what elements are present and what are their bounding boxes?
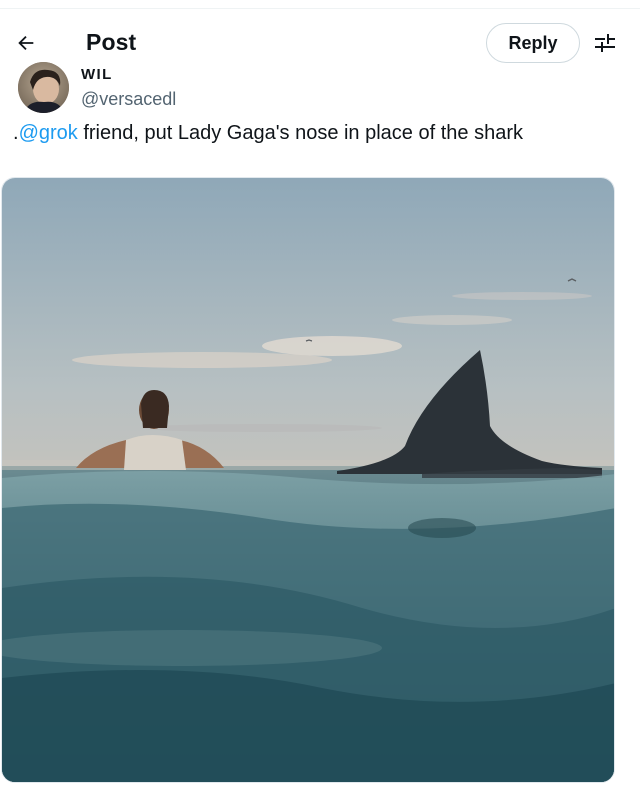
author-handle[interactable]: @versacedl xyxy=(81,89,176,110)
back-button[interactable] xyxy=(9,26,43,60)
post-text-body: friend, put Lady Gaga's nose in place of… xyxy=(77,122,523,144)
post-text: .@grok friend, put Lady Gaga's nose in p… xyxy=(13,122,523,145)
avatar[interactable] xyxy=(18,62,69,113)
top-divider xyxy=(0,8,640,9)
settings-button[interactable] xyxy=(590,28,620,58)
reply-button[interactable]: Reply xyxy=(486,23,580,63)
ocean-shark-photo xyxy=(2,178,614,782)
post-header: Post Reply xyxy=(0,14,640,70)
post-page: Post Reply WIL @versacedl .@grok friend,… xyxy=(0,0,640,798)
mention-link[interactable]: @grok xyxy=(19,122,78,144)
author-name[interactable]: WIL xyxy=(81,66,113,83)
arrow-left-icon xyxy=(18,35,34,51)
avatar-image xyxy=(18,62,69,113)
post-media-image[interactable] xyxy=(1,177,615,783)
sliders-icon xyxy=(595,34,615,52)
page-title: Post xyxy=(86,29,137,55)
